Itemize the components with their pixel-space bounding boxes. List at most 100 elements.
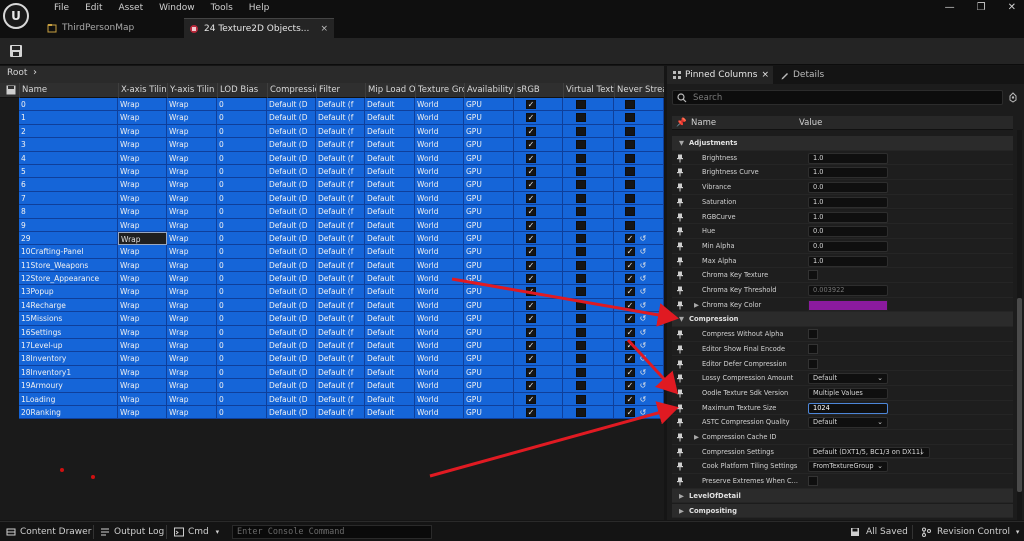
virtual-texture-checkbox[interactable] [576,220,586,230]
cell-texture-group[interactable]: World [415,325,464,340]
cell-compression[interactable]: Default (D [267,191,316,206]
cell-lod-bias[interactable]: 0 [217,151,267,165]
menu-window[interactable]: Window [151,1,203,15]
pin-icon[interactable] [676,213,684,222]
property-row-lossy-compression-amount[interactable]: Lossy Compression Amount Default ⌄ [672,371,1013,386]
never-stream-checkbox[interactable]: ✓ [625,327,635,337]
property-value-field[interactable]: 1.0 [808,255,888,267]
cell-lod-bias[interactable]: 0 [217,339,267,353]
property-row-oodle-texture-sdk-version[interactable]: Oodle Texture Sdk Version Multiple Values [672,385,1013,401]
table-row[interactable]: 5 Wrap Wrap 0 Default (D Default (f Default Wor… [0,164,664,179]
srgb-checkbox[interactable]: ✓ [526,193,536,203]
table-row[interactable]: 12Store_Appearance Wrap Wrap 0 Default (D Def… [0,272,664,286]
property-row-preserve-extremes-when-c[interactable]: Preserve Extremes When C... [672,474,1013,489]
pin-icon[interactable] [676,418,684,427]
property-row-maximum-texture-size[interactable]: Maximum Texture Size 1024 [672,400,1013,416]
table-row[interactable]: 11Store_Weapons Wrap Wrap 0 Default (D Defaul… [0,258,664,273]
cell-x-axis-tiling[interactable]: Wrap [118,205,167,219]
cell-texture-group[interactable]: World [415,245,464,259]
cell-y-axis-tiling[interactable]: Wrap [167,191,217,206]
cell-availability[interactable]: GPU [464,312,514,326]
cell-compression[interactable]: Default (D [267,218,316,232]
cell-x-axis-tiling[interactable]: Wrap [118,312,167,326]
cell-name[interactable]: 14Recharge [19,298,118,313]
cell-x-axis-tiling[interactable]: Wrap [118,352,167,366]
property-row-compression-settings[interactable]: Compression Settings Default (DXT1/5, BC1… [672,444,1013,460]
virtual-texture-checkbox[interactable] [576,274,586,284]
cell-y-axis-tiling[interactable]: Wrap [167,325,217,340]
property-checkbox[interactable] [808,358,818,369]
srgb-checkbox[interactable]: ✓ [526,233,536,243]
cell-name[interactable]: 2 [19,124,118,139]
cell-filter[interactable]: Default (f [316,98,365,112]
property-row-min-alpha[interactable]: Min Alpha 0.0 [672,238,1013,254]
table-row[interactable]: 9 Wrap Wrap 0 Default (D Default (f Default Wor… [0,218,664,232]
never-stream-checkbox[interactable] [625,113,635,123]
cell-availability[interactable]: GPU [464,285,514,299]
pin-icon[interactable] [676,257,684,266]
breadcrumb-chevron-icon[interactable]: › [33,67,37,78]
cell-compression[interactable]: Default (D [267,339,316,353]
cell-x-axis-tiling[interactable]: Wrap [118,379,167,393]
reset-to-default-icon[interactable]: ↺ [638,339,648,352]
cell-mip-load[interactable]: Default [365,231,415,246]
cell-compression[interactable]: Default (D [267,111,316,125]
cell-compression[interactable]: Default (D [267,379,316,393]
column-header-name[interactable]: Name [19,83,118,98]
expand-icon[interactable]: ▶ [694,430,699,445]
cell-availability[interactable]: GPU [464,151,514,165]
column-header-mip-load[interactable]: Mip Load O [365,83,415,98]
menu-file[interactable]: File [46,1,77,15]
cell-availability[interactable]: GPU [464,325,514,340]
cell-name[interactable]: 8 [19,205,118,219]
virtual-texture-checkbox[interactable] [576,354,586,364]
srgb-checkbox[interactable]: ✓ [526,407,536,417]
cell-mip-load[interactable]: Default [365,98,415,112]
cell-y-axis-tiling[interactable]: Wrap [167,151,217,165]
reset-to-default-icon[interactable]: ↺ [638,393,648,406]
save-column-icon[interactable] [6,85,16,95]
property-row-brightness[interactable]: Brightness 1.0 [672,150,1013,166]
cell-texture-group[interactable]: World [415,298,464,313]
cell-compression[interactable]: Default (D [267,352,316,366]
column-header-never-stream[interactable]: Never Strea [614,83,664,98]
table-row[interactable]: 17Level-up Wrap Wrap 0 Default (D Default (f D… [0,339,664,353]
virtual-texture-checkbox[interactable] [576,341,586,351]
cell-texture-group[interactable]: World [415,191,464,206]
menu-tools[interactable]: Tools [203,1,241,15]
srgb-checkbox[interactable]: ✓ [526,354,536,364]
srgb-checkbox[interactable]: ✓ [526,207,536,217]
cell-filter[interactable]: Default (f [316,285,365,299]
property-row-brightness-curve[interactable]: Brightness Curve 1.0 [672,165,1013,181]
tab-third-person-map[interactable]: ThirdPersonMap [42,18,172,38]
reset-to-default-icon[interactable]: ↺ [638,272,648,285]
never-stream-checkbox[interactable] [625,153,635,163]
cell-y-axis-tiling[interactable]: Wrap [167,111,217,125]
srgb-checkbox[interactable]: ✓ [526,394,536,404]
table-row[interactable]: 18Inventory Wrap Wrap 0 Default (D Default (f… [0,352,664,366]
cell-lod-bias[interactable]: 0 [217,285,267,299]
pin-icon[interactable] [676,183,684,192]
property-row-max-alpha[interactable]: Max Alpha 1.0 [672,253,1013,269]
property-dropdown[interactable]: FromTextureGroup ⌄ [808,461,888,473]
cell-y-axis-tiling[interactable]: Wrap [167,164,217,179]
cell-name[interactable]: 12Store_Appearance [19,272,118,286]
cell-name[interactable]: 3 [19,138,118,152]
cell-x-axis-tiling[interactable]: Wrap [118,191,167,206]
cell-compression[interactable]: Default (D [267,151,316,165]
cell-compression[interactable]: Default (D [267,405,316,420]
property-row-chroma-key-color[interactable]: ▶ Chroma Key Color [672,297,1013,313]
table-row[interactable]: 13Popup Wrap Wrap 0 Default (D Default (f Defa… [0,285,664,299]
cell-name[interactable]: 1 [19,111,118,125]
cell-filter[interactable]: Default (f [316,218,365,232]
cell-y-axis-tiling[interactable]: Wrap [167,231,217,246]
cell-texture-group[interactable]: World [415,164,464,179]
cell-filter[interactable]: Default (f [316,124,365,139]
cell-texture-group[interactable]: World [415,151,464,165]
cell-compression[interactable]: Default (D [267,365,316,380]
cell-y-axis-tiling[interactable]: Wrap [167,138,217,152]
property-value-field[interactable]: 1.0 [808,211,888,223]
cell-filter[interactable]: Default (f [316,365,365,380]
property-value-field[interactable]: 0.003922 [808,285,888,296]
cell-mip-load[interactable]: Default [365,164,415,179]
